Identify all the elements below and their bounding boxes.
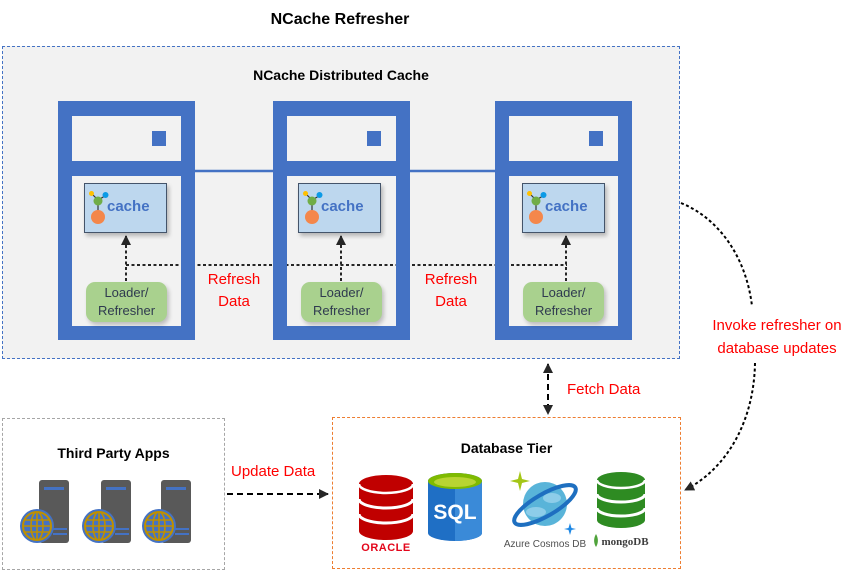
loader-label-line1: Loader/ bbox=[104, 285, 149, 300]
cluster-title: NCache Distributed Cache bbox=[253, 67, 429, 83]
loader-label-line2: Refresher bbox=[312, 303, 371, 318]
cache-label: cache bbox=[107, 198, 150, 215]
ncache-logo-icon bbox=[303, 191, 323, 224]
invoke-refresher-label: Invoke refresher on database updates bbox=[692, 314, 862, 360]
refresh-data-label-2: Refresh Data bbox=[411, 269, 491, 313]
loader-label-line1: Loader/ bbox=[541, 285, 586, 300]
loader-label-line1: Loader/ bbox=[319, 285, 364, 300]
loader-refresher-3[interactable]: Loader/ Refresher bbox=[523, 282, 604, 322]
ncache-logo-icon bbox=[89, 191, 109, 224]
loader-refresher-1[interactable]: Loader/ Refresher bbox=[86, 282, 167, 322]
cache-label: cache bbox=[321, 198, 364, 215]
refresh-label-line1: Refresh bbox=[424, 271, 478, 288]
server-divider bbox=[287, 161, 396, 176]
invoke-label-line1: Invoke refresher on bbox=[712, 317, 842, 334]
refresh-label-line1: Refresh bbox=[207, 271, 261, 288]
server-status-indicator bbox=[367, 131, 381, 146]
refresh-label-line2: Data bbox=[218, 293, 250, 310]
refresh-data-label-1: Refresh Data bbox=[194, 269, 274, 313]
invoke-label-line2: database updates bbox=[717, 340, 837, 357]
server-status-indicator bbox=[152, 131, 166, 146]
loader-refresher-2[interactable]: Loader/ Refresher bbox=[301, 282, 382, 322]
cache-label: cache bbox=[545, 198, 588, 215]
fetch-data-label: Fetch Data bbox=[567, 381, 641, 398]
update-data-label: Update Data bbox=[231, 463, 316, 480]
server-divider bbox=[509, 161, 618, 176]
loader-label-line2: Refresher bbox=[97, 303, 156, 318]
server-status-indicator bbox=[589, 131, 603, 146]
refresh-label-line2: Data bbox=[435, 293, 467, 310]
ncache-logo-icon bbox=[527, 191, 547, 224]
cache-node-3[interactable]: cache bbox=[522, 183, 605, 233]
cache-node-2[interactable]: cache bbox=[298, 183, 381, 233]
cache-node-1[interactable]: cache bbox=[84, 183, 167, 233]
server-divider bbox=[72, 161, 181, 176]
loader-label-line2: Refresher bbox=[534, 303, 593, 318]
